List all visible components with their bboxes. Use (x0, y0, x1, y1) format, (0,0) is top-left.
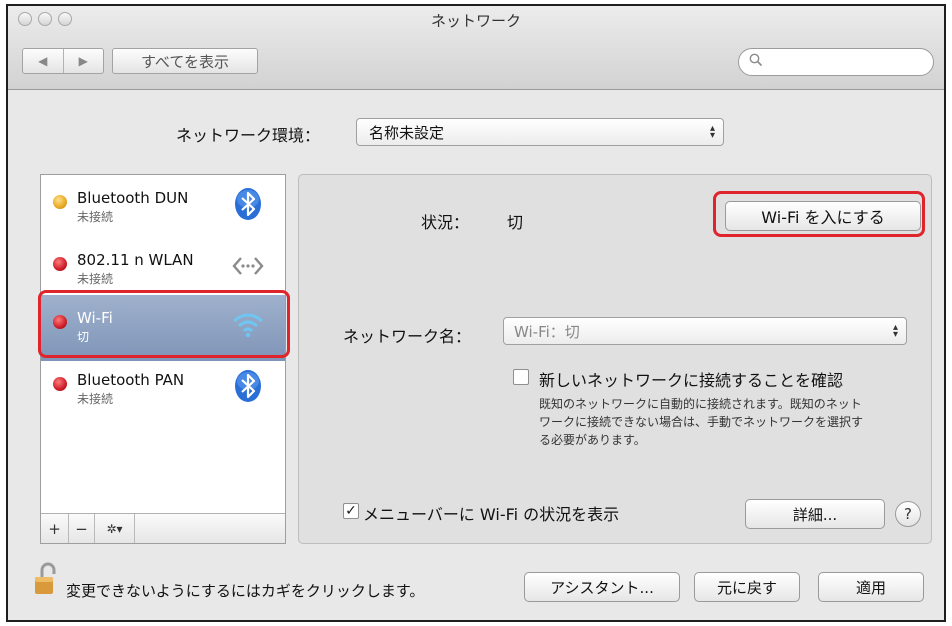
revert-button[interactable]: 元に戻す (694, 572, 800, 602)
network-name-label: ネットワーク名： (343, 327, 472, 346)
status-dot (53, 377, 67, 391)
show-wifi-status-label: メニューバーに Wi-Fi の状況を表示 (363, 505, 620, 524)
description-line: る必要があります。 (539, 433, 646, 447)
search-icon (749, 53, 763, 71)
apply-button[interactable]: 適用 (818, 572, 924, 602)
show-wifi-status-checkbox[interactable]: ✓ (343, 503, 359, 519)
service-status: 未接続 (77, 210, 114, 224)
ask-to-join-description: 既知のネットワークに自動的に接続されます。既知のネット ワークに接続できない場合… (539, 395, 863, 449)
service-item-wifi[interactable]: Wi-Fi 切 (41, 295, 285, 361)
service-status: 切 (77, 330, 90, 344)
status-dot (53, 195, 67, 209)
ask-to-join-label: 新しいネットワークに接続することを確認 (539, 371, 844, 390)
back-forward-buttons: ◀ ▶ (22, 48, 104, 74)
description-line: ワークに接続できない場合は、手動でネットワークを選択す (539, 415, 864, 429)
status-label: 状況： (421, 213, 470, 232)
turn-wifi-on-button[interactable]: Wi-Fi を入にする (725, 201, 921, 231)
network-preferences-window: ネットワーク ◀ ▶ すべてを表示 ネットワーク環境： 名称未設定 ▴ ▾ Blu… (6, 4, 946, 622)
service-item-wlan[interactable]: 802.11 n WLAN 未接続 (41, 237, 285, 303)
popup-arrows-icon: ▴ ▾ (709, 123, 715, 141)
ask-to-join-checkbox[interactable] (513, 369, 529, 385)
add-service-button[interactable]: + (41, 514, 69, 543)
help-button[interactable]: ? (895, 501, 921, 527)
gear-menu-button[interactable]: ✲▾ (95, 514, 135, 543)
bluetooth-icon (235, 188, 261, 220)
service-status: 未接続 (77, 272, 114, 286)
service-name: Wi-Fi (77, 309, 113, 327)
service-list: Bluetooth DUN 未接続 802.11 n WLAN 未接続 Wi-F… (40, 174, 286, 544)
service-name: Bluetooth PAN (77, 371, 185, 389)
lock-icon[interactable] (34, 562, 60, 600)
back-button[interactable]: ◀ (23, 49, 64, 73)
toolbar: ネットワーク ◀ ▶ すべてを表示 (8, 6, 944, 90)
status-dot (53, 257, 67, 271)
location-popup[interactable]: 名称未設定 ▴ ▾ (356, 118, 724, 146)
forward-button[interactable]: ▶ (64, 49, 104, 73)
service-list-toolbar: + − ✲▾ (41, 513, 285, 543)
assistant-button[interactable]: アシスタント... (524, 572, 680, 602)
service-status: 未接続 (77, 392, 114, 406)
ethernet-arrows-icon (232, 257, 264, 275)
location-label: ネットワーク環境： (176, 126, 321, 145)
description-line: 既知のネットワークに自動的に接続されます。既知のネット (539, 397, 862, 411)
network-name-popup[interactable]: Wi-Fi：切 ▴ ▾ (503, 317, 907, 345)
service-item-bluetooth-dun[interactable]: Bluetooth DUN 未接続 (41, 175, 285, 241)
location-value: 名称未設定 (369, 123, 445, 142)
status-value: 切 (507, 213, 524, 232)
popup-arrows-icon: ▴ ▾ (892, 322, 898, 340)
search-input[interactable] (738, 48, 934, 76)
service-detail-panel: 状況： 切 Wi-Fi を入にする ネットワーク名： Wi-Fi：切 ▴ ▾ 新し… (298, 174, 932, 544)
bluetooth-icon (235, 370, 261, 402)
wifi-icon (233, 313, 263, 338)
lock-instruction: 変更できないようにするにはカギをクリックします。 (66, 582, 425, 600)
network-name-value: Wi-Fi：切 (514, 322, 580, 341)
advanced-button[interactable]: 詳細... (745, 499, 885, 529)
service-name: Bluetooth DUN (77, 189, 189, 207)
window-title: ネットワーク (430, 12, 521, 30)
show-all-button[interactable]: すべてを表示 (112, 48, 258, 74)
remove-service-button[interactable]: − (69, 514, 95, 543)
status-dot (53, 315, 67, 329)
service-name: 802.11 n WLAN (77, 251, 194, 269)
service-item-bluetooth-pan[interactable]: Bluetooth PAN 未接続 (41, 357, 285, 423)
